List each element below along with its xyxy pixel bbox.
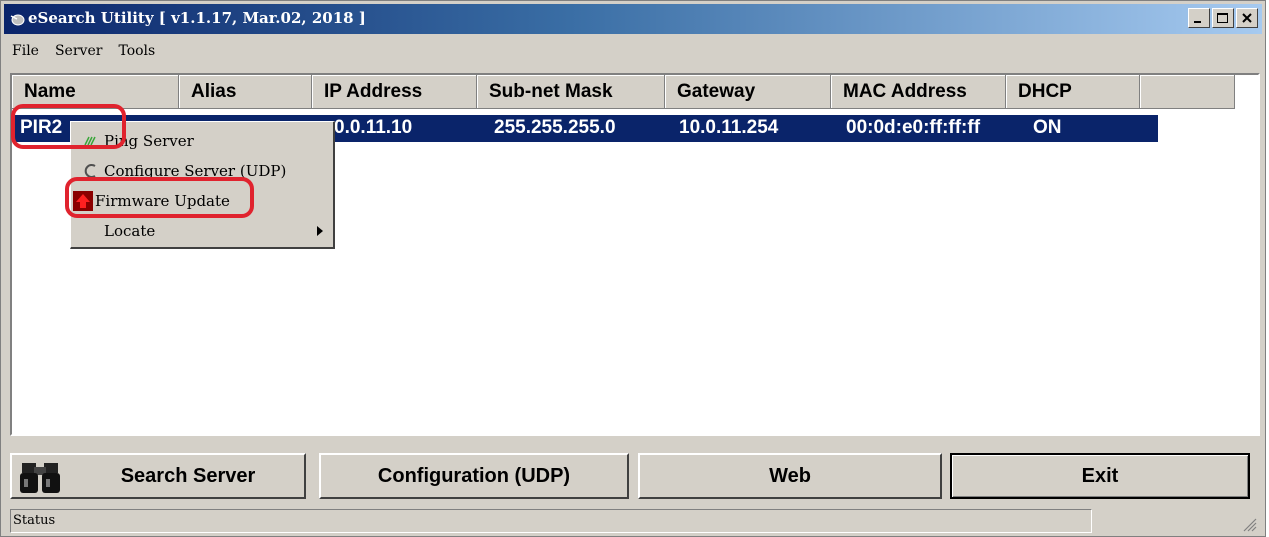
column-gateway[interactable]: Gateway <box>665 75 831 109</box>
cell-gateway: 10.0.11.254 <box>679 117 779 138</box>
cell-subnet-mask: 255.255.255.0 <box>494 117 616 138</box>
column-filler <box>1140 75 1235 109</box>
search-server-label: Search Server <box>120 465 256 487</box>
exit-button[interactable]: Exit <box>950 453 1250 499</box>
status-bar: Status <box>10 509 1092 533</box>
window-title: eSearch Utility [ v1.1.17, Mar.02, 2018 … <box>28 9 366 27</box>
status-text: Status <box>13 513 56 528</box>
web-button[interactable]: Web <box>638 453 942 499</box>
cell-dhcp: ON <box>1033 117 1062 138</box>
menu-file[interactable]: File <box>4 39 47 65</box>
app-icon <box>10 14 25 26</box>
cell-ip-address: 0.0.11.10 <box>334 117 413 138</box>
window-controls <box>1188 8 1258 28</box>
app-window: eSearch Utility [ v1.1.17, Mar.02, 2018 … <box>0 0 1266 537</box>
menu-bar: File Server Tools <box>4 39 163 65</box>
ctx-locate[interactable]: Locate <box>71 217 333 245</box>
submenu-arrow-icon <box>317 226 323 236</box>
resize-grip-icon[interactable] <box>1241 516 1257 532</box>
highlight-name-cell <box>11 104 126 149</box>
column-ip-address[interactable]: IP Address <box>312 75 477 109</box>
configuration-udp-label: Configuration (UDP) <box>377 465 571 487</box>
column-subnet-mask[interactable]: Sub-net Mask <box>477 75 665 109</box>
binoculars-icon <box>20 463 60 493</box>
close-icon[interactable] <box>1236 8 1258 28</box>
list-header: Name Alias IP Address Sub-net Mask Gatew… <box>12 75 1235 109</box>
title-bar[interactable]: eSearch Utility [ v1.1.17, Mar.02, 2018 … <box>4 4 1262 34</box>
maximize-icon[interactable] <box>1212 8 1234 28</box>
search-server-button[interactable]: Search Server <box>10 453 306 499</box>
menu-server[interactable]: Server <box>47 39 110 65</box>
web-label: Web <box>769 465 811 487</box>
exit-label: Exit <box>1081 465 1119 487</box>
menu-tools[interactable]: Tools <box>110 39 163 65</box>
highlight-firmware-update <box>65 177 254 218</box>
minimize-icon[interactable] <box>1188 8 1210 28</box>
column-dhcp[interactable]: DHCP <box>1006 75 1140 109</box>
column-alias[interactable]: Alias <box>179 75 312 109</box>
column-mac-address[interactable]: MAC Address <box>831 75 1006 109</box>
cell-mac-address: 00:0d:e0:ff:ff:ff <box>846 117 981 138</box>
configuration-udp-button[interactable]: Configuration (UDP) <box>319 453 629 499</box>
